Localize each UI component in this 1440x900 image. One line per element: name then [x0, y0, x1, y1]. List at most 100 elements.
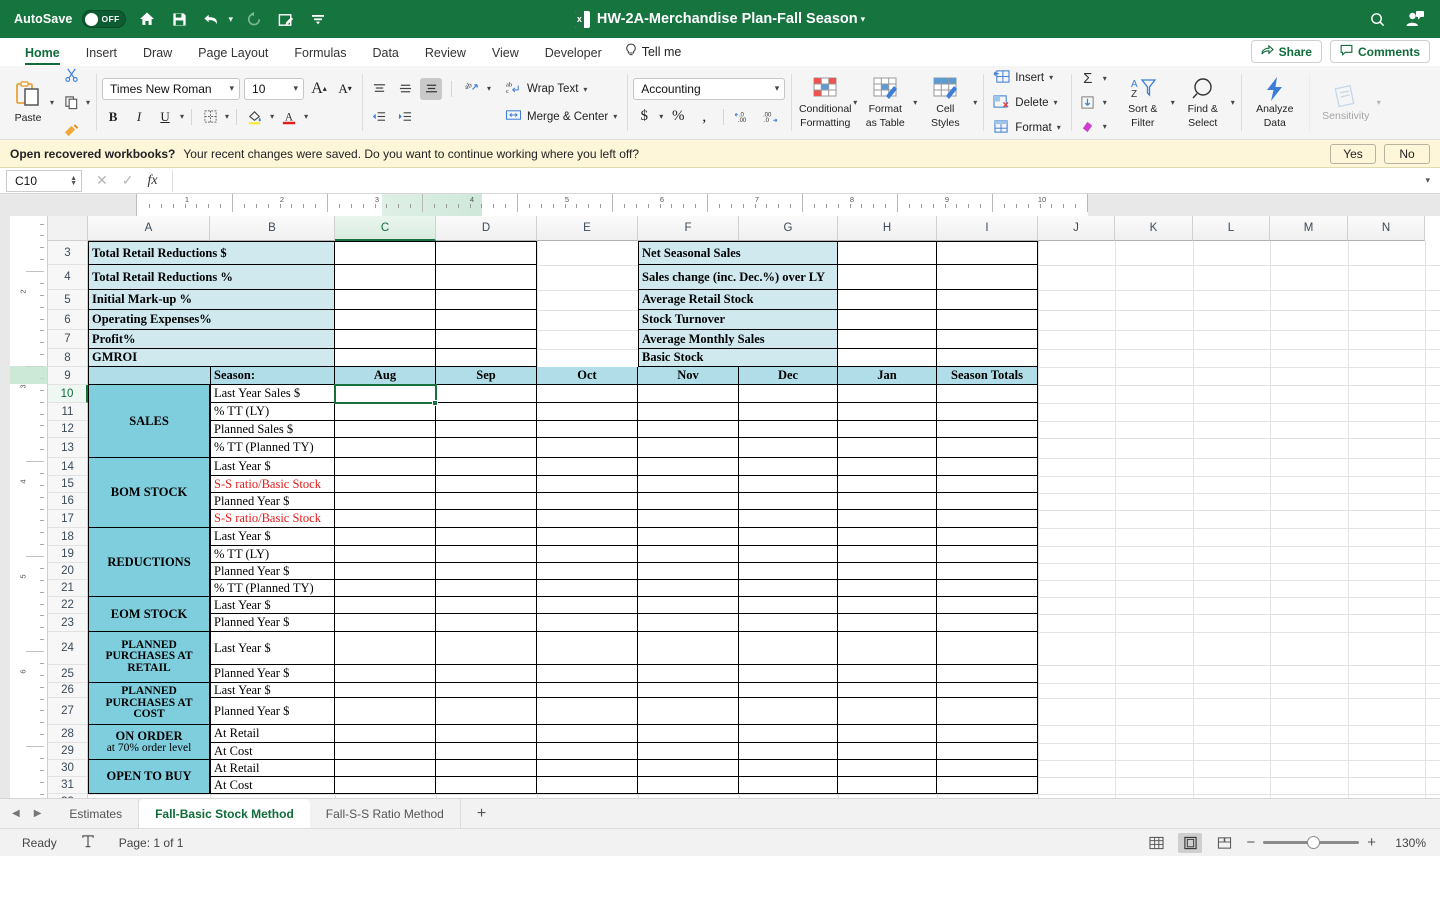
cell-H9-month[interactable]: Jan: [838, 367, 937, 385]
cell-F21[interactable]: [638, 580, 739, 597]
cell-C27[interactable]: [335, 698, 436, 725]
fill-caret-icon[interactable]: ▾: [1103, 98, 1107, 107]
cell-B20-label[interactable]: Planned Year $: [210, 563, 335, 580]
row-header-7[interactable]: 7: [48, 330, 87, 349]
cell-F23[interactable]: [638, 614, 739, 632]
cell-D29[interactable]: [436, 743, 537, 760]
cell-I16[interactable]: [937, 493, 1038, 510]
cell-A3-label[interactable]: Total Retail Reductions $: [88, 241, 335, 265]
cell-C21[interactable]: [335, 580, 436, 597]
cell-H11[interactable]: [838, 403, 937, 421]
cell-I30[interactable]: [937, 760, 1038, 777]
find-select-button[interactable]: Find & Select: [1175, 76, 1231, 129]
cell-E25[interactable]: [537, 665, 638, 683]
cell-E12[interactable]: [537, 421, 638, 438]
cell-B16-label[interactable]: Planned Year $: [210, 493, 335, 510]
row-header-6[interactable]: 6: [48, 310, 87, 330]
column-header-c[interactable]: C: [335, 216, 436, 241]
cancel-edit-icon[interactable]: ✕: [96, 172, 108, 189]
cell-D21[interactable]: [436, 580, 537, 597]
search-icon[interactable]: [1366, 8, 1388, 30]
cell-B12-label[interactable]: Planned Sales $: [210, 421, 335, 438]
decrease-decimal-icon[interactable]: .00.0: [758, 106, 780, 128]
cell-B31-label[interactable]: At Cost: [210, 777, 335, 794]
cell-C23[interactable]: [335, 614, 436, 632]
cell-H30[interactable]: [838, 760, 937, 777]
cell-I12[interactable]: [937, 421, 1038, 438]
font-color-icon[interactable]: A: [278, 106, 300, 128]
autosum-caret-icon[interactable]: ▾: [1103, 74, 1107, 83]
merge-center-caret-icon[interactable]: ▾: [613, 112, 617, 121]
redo-icon[interactable]: [243, 8, 265, 30]
row-header-5[interactable]: 5: [48, 290, 87, 310]
row-header-22[interactable]: 22: [48, 597, 87, 614]
cell-D11[interactable]: [436, 403, 537, 421]
cell-H14[interactable]: [838, 458, 937, 476]
cell-D20[interactable]: [436, 563, 537, 580]
fill-color-icon[interactable]: [244, 106, 266, 128]
cell-A26-group[interactable]: PLANNED PURCHASES AT COST: [88, 683, 210, 725]
italic-icon[interactable]: I: [128, 106, 150, 128]
cell-I14[interactable]: [937, 458, 1038, 476]
underline-icon[interactable]: U: [154, 106, 176, 128]
cell-I27[interactable]: [937, 698, 1038, 725]
cell-G28[interactable]: [739, 725, 838, 743]
cell-B26-label[interactable]: Last Year $: [210, 683, 335, 698]
cell-H10[interactable]: [838, 385, 937, 403]
cell-F26[interactable]: [638, 683, 739, 698]
cell-A6-label[interactable]: Operating Expenses%: [88, 310, 335, 330]
cell-F20[interactable]: [638, 563, 739, 580]
cell-I15[interactable]: [937, 476, 1038, 493]
decrease-font-size-icon[interactable]: A ▾: [334, 78, 356, 100]
cell-D24[interactable]: [436, 632, 537, 665]
next-sheet-icon[interactable]: ▶: [34, 808, 42, 819]
cell-F19[interactable]: [638, 546, 739, 563]
cell-C16[interactable]: [335, 493, 436, 510]
row-header-28[interactable]: 28: [48, 725, 87, 743]
confirm-edit-icon[interactable]: ✓: [122, 172, 134, 189]
cell-I25[interactable]: [937, 665, 1038, 683]
cell-C30[interactable]: [335, 760, 436, 777]
cell-B18-label[interactable]: Last Year $: [210, 528, 335, 546]
cell-G14[interactable]: [739, 458, 838, 476]
wrap-text-caret-icon[interactable]: ▾: [583, 85, 587, 94]
cell-A22-group[interactable]: EOM STOCK: [88, 597, 210, 632]
cell-F12[interactable]: [638, 421, 739, 438]
cell-C3[interactable]: [335, 241, 436, 265]
cell-H12[interactable]: [838, 421, 937, 438]
column-header-g[interactable]: G: [739, 216, 838, 241]
row-header-8[interactable]: 8: [48, 349, 87, 367]
cell-I18[interactable]: [937, 528, 1038, 546]
previous-sheet-icon[interactable]: ◀: [12, 808, 20, 819]
row-header-14[interactable]: 14: [48, 458, 87, 476]
cell-G16[interactable]: [739, 493, 838, 510]
cell-E10[interactable]: [537, 385, 638, 403]
cell-B27-label[interactable]: Planned Year $: [210, 698, 335, 725]
row-header-24[interactable]: 24: [48, 632, 87, 665]
cell-D26[interactable]: [436, 683, 537, 698]
cell-D22[interactable]: [436, 597, 537, 614]
cell-A4-label[interactable]: Total Retail Reductions %: [88, 265, 335, 290]
cell-D30[interactable]: [436, 760, 537, 777]
row-header-16[interactable]: 16: [48, 493, 87, 510]
cell-C31[interactable]: [335, 777, 436, 794]
cell-I24[interactable]: [937, 632, 1038, 665]
row-header-26[interactable]: 26: [48, 683, 87, 698]
cell-I28[interactable]: [937, 725, 1038, 743]
row-header-13[interactable]: 13: [48, 438, 87, 458]
cell-I26[interactable]: [937, 683, 1038, 698]
zoom-in-button[interactable]: +: [1367, 834, 1376, 851]
cell-H19[interactable]: [838, 546, 937, 563]
cell-H5[interactable]: [838, 290, 937, 310]
cell-E27[interactable]: [537, 698, 638, 725]
cell-G24[interactable]: [739, 632, 838, 665]
column-header-j[interactable]: J: [1038, 216, 1115, 241]
zoom-out-button[interactable]: −: [1246, 834, 1255, 851]
increase-font-size-icon[interactable]: A ▴: [308, 78, 330, 100]
underline-dropdown-caret-icon[interactable]: ▾: [180, 112, 184, 121]
cell-I3[interactable]: [937, 241, 1038, 265]
cell-G29[interactable]: [739, 743, 838, 760]
cell-D15[interactable]: [436, 476, 537, 493]
cell-G12[interactable]: [739, 421, 838, 438]
cell-H3[interactable]: [838, 241, 937, 265]
